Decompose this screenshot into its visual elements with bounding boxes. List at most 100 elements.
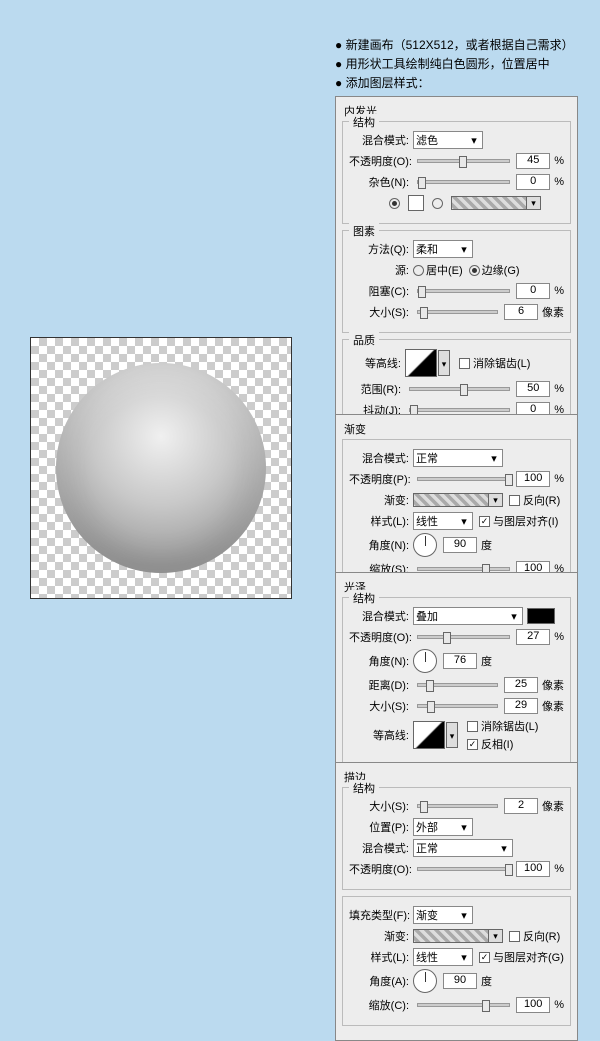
range-unit: % xyxy=(554,383,564,395)
go-angle-input[interactable]: 90 xyxy=(443,537,477,553)
st-size-unit: 像素 xyxy=(542,798,564,814)
go-style-dropdown[interactable]: 线性▾ xyxy=(413,512,473,530)
sa-opacity-input[interactable]: 27 xyxy=(516,629,550,645)
st-angle-unit: 度 xyxy=(481,973,492,989)
antialias-checkbox[interactable]: 消除锯齿(L) xyxy=(459,355,530,371)
st-scale-input[interactable]: 100 xyxy=(516,997,550,1013)
sa-size-input[interactable]: 29 xyxy=(504,698,538,714)
stroke-fill-group: 填充类型(F): 渐变▾ 渐变: ▾ 反向(R) 样式(L): 线性▾ 与图层对… xyxy=(342,896,571,1026)
go-blend-dropdown[interactable]: 正常▾ xyxy=(413,449,503,467)
st-opacity-slider[interactable] xyxy=(417,867,510,871)
sa-blend-label: 混合模式: xyxy=(349,608,409,624)
range-slider[interactable] xyxy=(409,387,510,391)
go-scale-slider[interactable] xyxy=(417,567,510,571)
method-dropdown[interactable]: 柔和▾ xyxy=(413,240,473,258)
go-gradient-picker[interactable]: ▾ xyxy=(413,493,503,507)
go-align-checkbox[interactable]: 与图层对齐(I) xyxy=(479,513,558,529)
st-filltype-label: 填充类型(F): xyxy=(349,907,409,923)
choke-input[interactable]: 0 xyxy=(516,283,550,299)
st-opacity-input[interactable]: 100 xyxy=(516,861,550,877)
sa-distance-slider[interactable] xyxy=(417,683,498,687)
gradient-group: 混合模式: 正常▾ 不透明度(P): 100 % 渐变: ▾ 反向(R) 样式(… xyxy=(342,439,571,590)
blend-mode-dropdown[interactable]: 滤色▾ xyxy=(413,131,483,149)
st-style-label: 样式(L): xyxy=(349,949,409,965)
chevron-down-icon: ▾ xyxy=(458,951,470,964)
sa-antialias-checkbox[interactable]: 消除锯齿(L) xyxy=(467,718,538,734)
canvas-preview xyxy=(30,337,292,599)
gradient-picker[interactable]: ▾ xyxy=(451,196,541,210)
range-input[interactable]: 50 xyxy=(516,381,550,397)
instruction-1: 新建画布（512X512，或者根据自己需求） xyxy=(335,36,585,55)
gradient-radio[interactable] xyxy=(432,198,445,209)
sa-contour-picker[interactable]: ▾ xyxy=(413,721,445,749)
st-size-label: 大小(S): xyxy=(349,798,409,814)
source-center-radio[interactable]: 居中(E) xyxy=(413,262,463,278)
size-input[interactable]: 6 xyxy=(504,304,538,320)
color-swatch[interactable] xyxy=(408,195,424,211)
choke-unit: % xyxy=(554,285,564,297)
st-size-input[interactable]: 2 xyxy=(504,798,538,814)
sphere-shape xyxy=(56,363,266,573)
opacity-input[interactable]: 45 xyxy=(516,153,550,169)
opacity-slider[interactable] xyxy=(417,159,510,163)
st-gradient-label: 渐变: xyxy=(349,928,409,944)
color-radio[interactable] xyxy=(389,198,402,209)
stroke-panel: 描边 结构 大小(S): 2 像素 位置(P): 外部▾ 混合模式: 正常▾ 不… xyxy=(335,762,578,1041)
st-gradient-picker[interactable]: ▾ xyxy=(413,929,503,943)
satin-group: 结构 混合模式: 叠加▾ 不透明度(O): 27 % 角度(N): 76 度 距… xyxy=(342,597,571,764)
sa-angle-dial[interactable] xyxy=(413,649,437,673)
angle-dial[interactable] xyxy=(413,533,437,557)
size-slider[interactable] xyxy=(417,310,498,314)
st-align-checkbox[interactable]: 与图层对齐(G) xyxy=(479,949,564,965)
chevron-down-icon: ▾ xyxy=(488,452,500,465)
go-blend-label: 混合模式: xyxy=(349,450,409,466)
sa-size-slider[interactable] xyxy=(417,704,498,708)
st-opacity-unit: % xyxy=(554,863,564,875)
st-position-dropdown[interactable]: 外部▾ xyxy=(413,818,473,836)
stroke-structure-group: 结构 大小(S): 2 像素 位置(P): 外部▾ 混合模式: 正常▾ 不透明度… xyxy=(342,787,571,890)
st-position-label: 位置(P): xyxy=(349,819,409,835)
chevron-down-icon: ▾ xyxy=(468,134,480,147)
noise-input[interactable]: 0 xyxy=(516,174,550,190)
sa-color-swatch[interactable] xyxy=(527,608,555,624)
go-opacity-slider[interactable] xyxy=(417,477,510,481)
chevron-down-icon: ▾ xyxy=(458,821,470,834)
st-blend-dropdown[interactable]: 正常▾ xyxy=(413,839,513,857)
go-opacity-input[interactable]: 100 xyxy=(516,471,550,487)
go-angle-label: 角度(N): xyxy=(349,537,409,553)
st-scale-unit: % xyxy=(554,999,564,1011)
st-scale-slider[interactable] xyxy=(417,1003,510,1007)
jitter-slider[interactable] xyxy=(409,408,510,412)
choke-label: 阻塞(C): xyxy=(349,283,409,299)
source-edge-radio[interactable]: 边缘(G) xyxy=(469,262,520,278)
st-size-slider[interactable] xyxy=(417,804,498,808)
sa-opacity-slider[interactable] xyxy=(417,635,510,639)
go-reverse-checkbox[interactable]: 反向(R) xyxy=(509,492,560,508)
opacity-label: 不透明度(O): xyxy=(349,153,409,169)
chevron-down-icon: ▾ xyxy=(508,610,520,623)
st-angle-input[interactable]: 90 xyxy=(443,973,477,989)
instruction-3: 添加图层样式： xyxy=(335,74,585,93)
st-reverse-checkbox[interactable]: 反向(R) xyxy=(509,928,560,944)
chevron-down-icon: ▾ xyxy=(498,842,510,855)
noise-slider[interactable] xyxy=(417,180,510,184)
sa-distance-input[interactable]: 25 xyxy=(504,677,538,693)
st-style-dropdown[interactable]: 线性▾ xyxy=(413,948,473,966)
range-label: 范围(R): xyxy=(349,381,401,397)
sa-blend-dropdown[interactable]: 叠加▾ xyxy=(413,607,523,625)
go-opacity-unit: % xyxy=(554,473,564,485)
choke-slider[interactable] xyxy=(417,289,510,293)
sa-angle-input[interactable]: 76 xyxy=(443,653,477,669)
sa-opacity-label: 不透明度(O): xyxy=(349,629,409,645)
sa-size-unit: 像素 xyxy=(542,698,564,714)
st-angle-label: 角度(A): xyxy=(349,973,409,989)
gradient-title: 渐变 xyxy=(342,421,571,439)
st-filltype-dropdown[interactable]: 渐变▾ xyxy=(413,906,473,924)
st-scale-label: 缩放(C): xyxy=(349,997,409,1013)
contour-picker[interactable]: ▾ xyxy=(405,349,437,377)
satin-structure-label: 结构 xyxy=(349,590,379,606)
go-gradient-label: 渐变: xyxy=(349,492,409,508)
chevron-down-icon: ▾ xyxy=(458,243,470,256)
elements-group: 图素 方法(Q): 柔和▾ 源: 居中(E) 边缘(G) 阻塞(C): 0 % … xyxy=(342,230,571,333)
sa-invert-checkbox[interactable]: 反相(I) xyxy=(467,736,538,752)
